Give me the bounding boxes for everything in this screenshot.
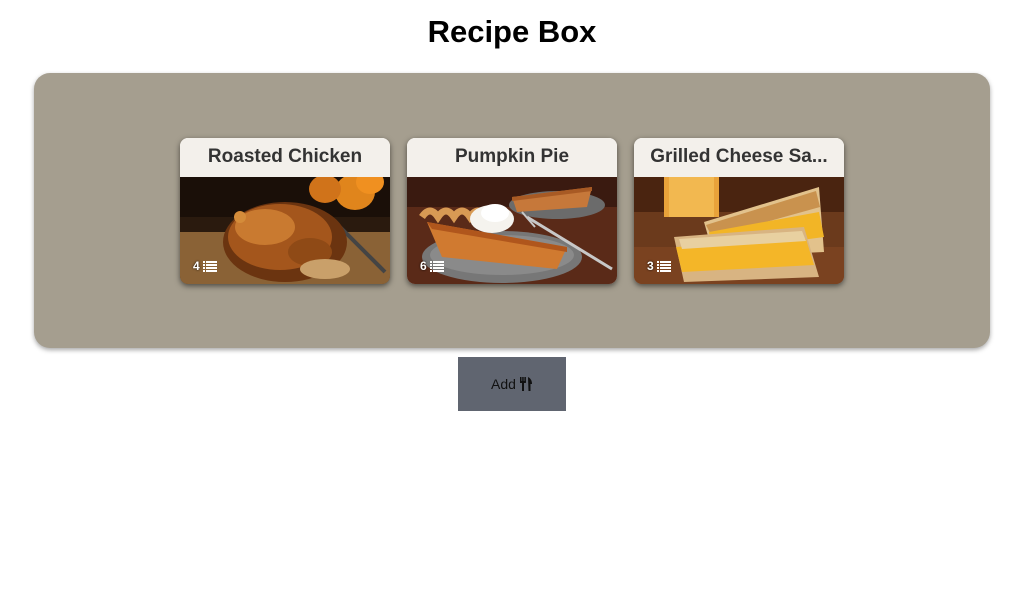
recipe-card-title: Roasted Chicken	[180, 138, 390, 177]
recipe-card-roasted-chicken[interactable]: Roasted Chicken 4	[180, 138, 390, 284]
list-icon	[202, 260, 217, 272]
recipe-card-list: Roasted Chicken 4 Pumpkin Pie 6 Grilled …	[34, 138, 990, 284]
add-button-label: Add	[491, 376, 516, 392]
ingredient-count: 4	[193, 259, 217, 273]
recipe-box-page: Recipe Box Roasted Chicken 4 Pumpkin Pie…	[0, 0, 1024, 600]
recipe-card-title: Pumpkin Pie	[407, 138, 617, 177]
recipe-card-grilled-cheese[interactable]: Grilled Cheese Sa... 3	[634, 138, 844, 284]
pumpkin-pie-image: 6	[407, 177, 617, 284]
ingredient-count: 3	[647, 259, 671, 273]
ingredient-count-value: 3	[647, 259, 654, 273]
grilled-cheese-image: 3	[634, 177, 844, 284]
list-icon	[656, 260, 671, 272]
ingredient-count: 6	[420, 259, 444, 273]
ingredient-count-value: 6	[420, 259, 427, 273]
recipe-panel: Roasted Chicken 4 Pumpkin Pie 6 Grilled …	[34, 73, 990, 348]
add-recipe-button[interactable]: Add	[458, 357, 566, 411]
list-icon	[429, 260, 444, 272]
recipe-card-pumpkin-pie[interactable]: Pumpkin Pie 6	[407, 138, 617, 284]
utensils-icon	[519, 377, 532, 391]
recipe-card-title: Grilled Cheese Sa...	[634, 138, 844, 177]
roasted-chicken-image: 4	[180, 177, 390, 284]
page-title: Recipe Box	[427, 14, 597, 49]
ingredient-count-value: 4	[193, 259, 200, 273]
